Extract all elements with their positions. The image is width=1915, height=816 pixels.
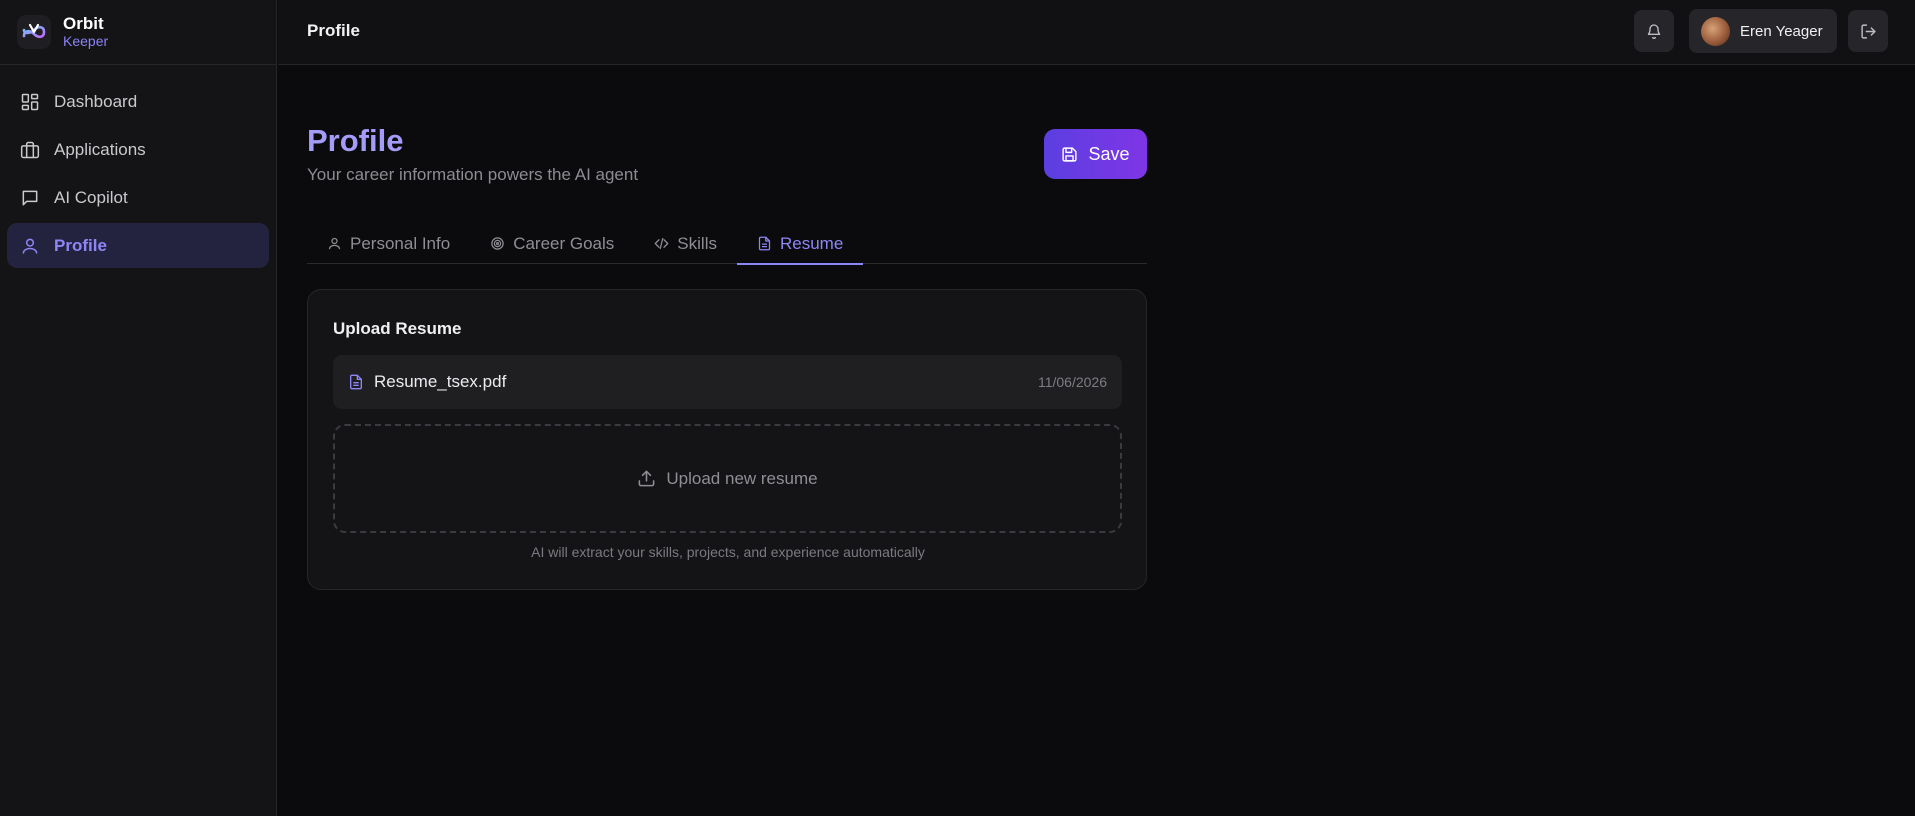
logout-button[interactable] (1848, 10, 1888, 52)
save-icon (1062, 146, 1078, 162)
code-icon (654, 237, 669, 250)
user-icon (328, 237, 341, 250)
sidebar-item-label: Profile (54, 235, 107, 255)
brand-sub: Keeper (63, 32, 109, 49)
topbar-title: Profile (307, 21, 360, 40)
sidebar-item-label: Applications (54, 139, 146, 159)
topbar: Profile Eren Yeager (278, 0, 1915, 65)
briefcase-icon (20, 141, 40, 158)
tab-label: Skills (677, 233, 717, 253)
orbit-logo-icon (17, 15, 51, 49)
file-date: 11/06/2026 (1037, 374, 1107, 390)
tab-label: Resume (779, 233, 844, 253)
tab-career-goals[interactable]: Career Goals (470, 223, 634, 264)
target-icon (491, 237, 504, 250)
tab-label: Career Goals (513, 233, 615, 253)
sidebar: Orbit Keeper Dashboard Applications AI C… (0, 0, 277, 816)
page-subtitle: Your career information powers the AI ag… (307, 165, 639, 184)
tab-skills[interactable]: Skills (634, 223, 737, 264)
dashboard-icon (21, 93, 39, 110)
file-name: Resume_tsex.pdf (374, 372, 507, 391)
tab-personal-info[interactable]: Personal Info (307, 223, 470, 264)
profile-tabs: Personal Info Career Goals Skills Resume (307, 223, 1147, 265)
bell-icon (1647, 24, 1661, 39)
user-icon (22, 238, 38, 254)
brand-name: Orbit (63, 13, 104, 33)
resume-file-row[interactable]: Resume_tsex.pdf 11/06/2026 (333, 355, 1122, 409)
sidebar-item-dashboard[interactable]: Dashboard (7, 79, 269, 124)
tab-label: Personal Info (350, 233, 451, 253)
file-icon (350, 374, 362, 390)
resume-card: Upload Resume Resume_tsex.pdf 11/06/2026… (307, 289, 1147, 590)
user-menu-button[interactable]: Eren Yeager (1689, 9, 1837, 53)
notifications-button[interactable] (1634, 10, 1674, 52)
user-name: Eren Yeager (1740, 22, 1823, 40)
sidebar-nav: Dashboard Applications AI Copilot Profil… (0, 65, 276, 285)
chat-icon (22, 190, 38, 205)
sidebar-item-applications[interactable]: Applications (7, 127, 269, 172)
upload-dropzone[interactable]: Upload new resume (333, 424, 1122, 533)
upload-hint: AI will extract your skills, projects, a… (531, 544, 925, 560)
save-button[interactable]: Save (1044, 129, 1147, 179)
logout-icon (1860, 23, 1876, 39)
card-title: Upload Resume (333, 319, 462, 338)
file-icon (758, 236, 771, 251)
sidebar-item-ai-copilot[interactable]: AI Copilot (7, 175, 269, 220)
upload-label: Upload new resume (666, 468, 818, 488)
sidebar-item-label: AI Copilot (54, 187, 128, 207)
save-label: Save (1088, 143, 1130, 164)
avatar (1701, 16, 1730, 46)
page-title: Profile (307, 123, 404, 158)
sidebar-item-profile[interactable]: Profile (7, 223, 269, 268)
tab-resume[interactable]: Resume (736, 223, 864, 265)
sidebar-item-label: Dashboard (54, 91, 138, 111)
upload-icon (638, 470, 655, 487)
brand[interactable]: Orbit Keeper (0, 0, 276, 65)
